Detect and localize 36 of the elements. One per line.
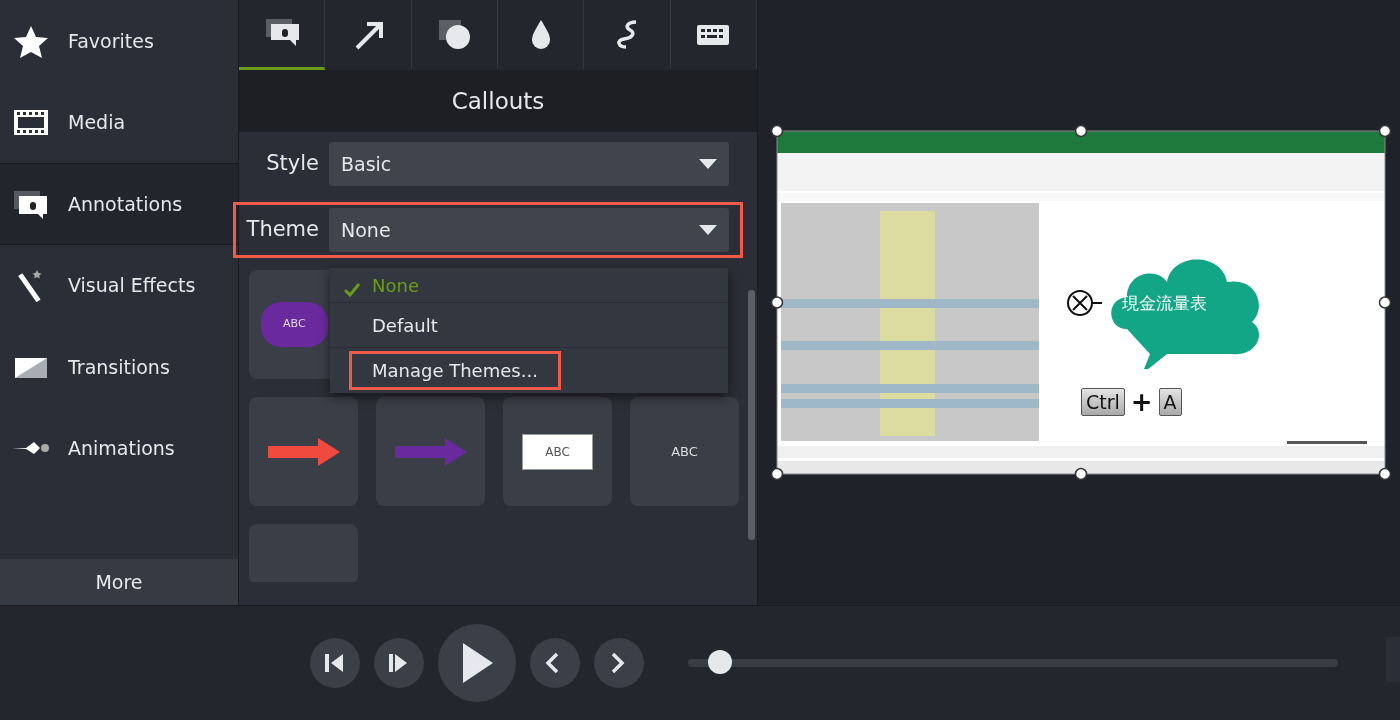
callout-tile[interactable] [376, 397, 485, 506]
sidebar-item[interactable]: Animations [0, 407, 238, 489]
field-label: Theme [245, 216, 320, 244]
dropdown[interactable]: None [329, 208, 729, 252]
dropdown-value: None [341, 217, 391, 243]
keyboard-key: A [1158, 388, 1182, 416]
sidebar-item[interactable]: Favorites [0, 0, 238, 82]
callout-tile[interactable] [249, 397, 358, 506]
sidebar-item[interactable]: Media [0, 81, 238, 163]
dropdown-value: Basic [341, 151, 392, 177]
caret-icon [699, 159, 717, 169]
callout-tile[interactable]: ABC [503, 397, 612, 506]
step-forward-button[interactable] [374, 638, 424, 688]
menu-item[interactable]: None [330, 268, 728, 303]
dropdown[interactable]: Basic [329, 142, 729, 186]
check-icon [344, 283, 360, 297]
menu-item[interactable]: Default [330, 303, 728, 348]
field-label: Style [265, 150, 320, 178]
scrubber-thumb[interactable] [707, 650, 732, 674]
more-button[interactable]: More [0, 559, 238, 605]
caret-icon [699, 225, 717, 235]
plus-sign: + [1130, 389, 1153, 415]
close-circle-icon [1067, 289, 1103, 317]
next-button[interactable] [594, 638, 644, 688]
callout-preview: ABC [671, 442, 698, 461]
selected-screenshot-drawing[interactable] [770, 124, 1392, 481]
callout-preview: ABC [522, 433, 593, 470]
callout-tile[interactable]: ABC [630, 397, 739, 506]
step-back-button[interactable] [310, 638, 360, 688]
sidebar-item[interactable]: Annotations [0, 163, 238, 245]
keyboard-key: Ctrl [1081, 388, 1125, 416]
previous-button[interactable] [530, 638, 580, 688]
sidebar-item[interactable]: Visual Effects [0, 244, 238, 326]
panel-title: Callouts [239, 70, 757, 132]
sidebar-item[interactable]: Transitions [0, 326, 238, 408]
callout-preview: ABC [261, 302, 328, 347]
